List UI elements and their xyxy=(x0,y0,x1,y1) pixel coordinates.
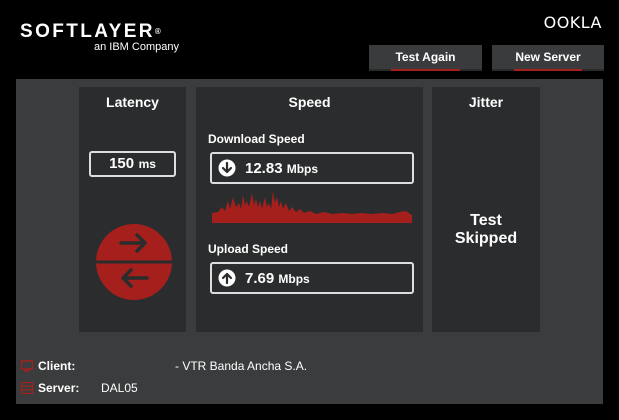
brand-subtitle: an IBM Company xyxy=(94,41,179,53)
client-info: Client: - VTR Banda Ancha S.A. xyxy=(21,359,421,373)
softlayer-logo: SOFTLAYER® an IBM Company xyxy=(20,21,179,54)
download-speed-unit: Mbps xyxy=(286,162,319,176)
ookla-logo: OOKLA xyxy=(543,13,602,32)
latency-arrows-icon xyxy=(96,224,172,300)
latency-column: Latency 150 ms xyxy=(79,87,186,332)
latency-unit: ms xyxy=(138,157,156,171)
jitter-column: Jitter Test Skipped xyxy=(432,87,540,332)
latency-title: Latency xyxy=(106,94,159,110)
latency-readout: 150 ms xyxy=(89,151,176,177)
client-label: Client: xyxy=(38,359,76,373)
download-speed-label: Download Speed xyxy=(208,132,305,146)
results-panel: Latency 150 ms Speed Download Speed 12.8… xyxy=(16,79,603,404)
server-info: Server: DAL05 xyxy=(21,381,421,395)
monitor-icon xyxy=(21,360,33,372)
latency-value: 150 xyxy=(109,155,135,172)
upload-speed-unit: Mbps xyxy=(278,272,310,286)
speed-title: Speed xyxy=(288,94,331,110)
download-speed-graph xyxy=(212,191,412,223)
server-value: DAL05 xyxy=(101,381,138,395)
server-label: Server: xyxy=(38,381,80,395)
jitter-title: Jitter xyxy=(468,94,504,110)
download-speed-readout: 12.83 Mbps xyxy=(210,152,414,184)
jitter-status-line1: Test xyxy=(470,212,502,229)
brand-name: SOFTLAYER xyxy=(20,21,155,42)
test-again-button[interactable]: Test Again xyxy=(369,45,482,71)
arrow-up-circle-icon xyxy=(218,269,236,287)
jitter-status: Test Skipped xyxy=(432,212,540,248)
speedtest-app: SOFTLAYER® an IBM Company OOKLA Test Aga… xyxy=(0,0,619,420)
client-value: - VTR Banda Ancha S.A. xyxy=(175,359,308,373)
upload-speed-label: Upload Speed xyxy=(208,242,289,256)
upload-speed-value: 7.69 xyxy=(245,270,275,287)
arrow-down-circle-icon xyxy=(218,159,236,177)
registered-mark: ® xyxy=(154,27,161,36)
new-server-button[interactable]: New Server xyxy=(492,45,604,71)
jitter-status-line2: Skipped xyxy=(454,230,518,247)
speed-column: Speed Download Speed 12.83 Mbps Upload S… xyxy=(196,87,423,332)
download-speed-value: 12.83 xyxy=(245,160,283,177)
server-icon xyxy=(21,382,33,394)
upload-speed-readout: 7.69 Mbps xyxy=(210,262,414,294)
